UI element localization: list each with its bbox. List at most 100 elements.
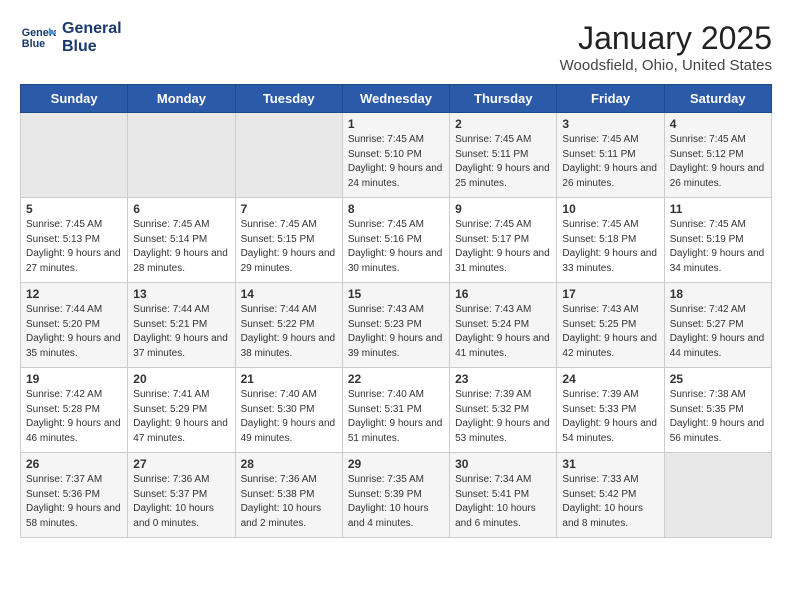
day-number: 26 (26, 457, 122, 471)
calendar-cell: 27 Sunrise: 7:36 AM Sunset: 5:37 PM Dayli… (128, 453, 235, 538)
calendar-cell: 29 Sunrise: 7:35 AM Sunset: 5:39 PM Dayli… (342, 453, 449, 538)
day-info: Sunrise: 7:41 AM Sunset: 5:29 PM Dayligh… (133, 388, 229, 446)
day-number: 10 (562, 202, 658, 216)
day-info: Sunrise: 7:45 AM Sunset: 5:19 PM Dayligh… (670, 218, 766, 276)
calendar-cell: 18 Sunrise: 7:42 AM Sunset: 5:27 PM Dayli… (664, 283, 771, 368)
day-info: Sunrise: 7:43 AM Sunset: 5:23 PM Dayligh… (348, 303, 444, 361)
day-info: Sunrise: 7:36 AM Sunset: 5:37 PM Dayligh… (133, 473, 229, 531)
weekday-header-row: SundayMondayTuesdayWednesdayThursdayFrid… (21, 85, 772, 113)
day-number: 17 (562, 287, 658, 301)
weekday-header-friday: Friday (557, 85, 664, 113)
calendar-cell: 22 Sunrise: 7:40 AM Sunset: 5:31 PM Dayli… (342, 368, 449, 453)
calendar-week-5: 26 Sunrise: 7:37 AM Sunset: 5:36 PM Dayli… (21, 453, 772, 538)
calendar-week-4: 19Sunrise: 7:42 AM Sunset: 5:28 PM Dayli… (21, 368, 772, 453)
day-number: 1 (348, 117, 444, 131)
calendar-cell: 15 Sunrise: 7:43 AM Sunset: 5:23 PM Dayli… (342, 283, 449, 368)
day-info: Sunrise: 7:45 AM Sunset: 5:13 PM Dayligh… (26, 218, 122, 276)
day-number: 3 (562, 117, 658, 131)
calendar-cell: 20 Sunrise: 7:41 AM Sunset: 5:29 PM Dayli… (128, 368, 235, 453)
day-info: Sunrise: 7:40 AM Sunset: 5:31 PM Dayligh… (348, 388, 444, 446)
calendar-subtitle: Woodsfield, Ohio, United States (560, 57, 772, 74)
calendar-cell: 5 Sunrise: 7:45 AM Sunset: 5:13 PM Daylig… (21, 198, 128, 283)
day-number: 27 (133, 457, 229, 471)
calendar-cell: 9 Sunrise: 7:45 AM Sunset: 5:17 PM Daylig… (450, 198, 557, 283)
day-info: Sunrise: 7:45 AM Sunset: 5:11 PM Dayligh… (455, 133, 551, 191)
calendar-cell: 31 Sunrise: 7:33 AM Sunset: 5:42 PM Dayli… (557, 453, 664, 538)
weekday-header-sunday: Sunday (21, 85, 128, 113)
day-info: Sunrise: 7:45 AM Sunset: 5:17 PM Dayligh… (455, 218, 551, 276)
weekday-header-saturday: Saturday (664, 85, 771, 113)
day-number: 2 (455, 117, 551, 131)
day-number: 28 (241, 457, 337, 471)
day-info: Sunrise: 7:36 AM Sunset: 5:38 PM Dayligh… (241, 473, 337, 531)
calendar-cell: 3 Sunrise: 7:45 AM Sunset: 5:11 PM Daylig… (557, 113, 664, 198)
calendar-cell: 8 Sunrise: 7:45 AM Sunset: 5:16 PM Daylig… (342, 198, 449, 283)
calendar-week-2: 5 Sunrise: 7:45 AM Sunset: 5:13 PM Daylig… (21, 198, 772, 283)
page-header: General Blue General Blue January 2025 W… (20, 20, 772, 74)
logo-icon: General Blue (20, 20, 56, 56)
calendar-week-1: 1 Sunrise: 7:45 AM Sunset: 5:10 PM Daylig… (21, 113, 772, 198)
day-number: 22 (348, 372, 444, 386)
day-number: 8 (348, 202, 444, 216)
calendar-cell: 4 Sunrise: 7:45 AM Sunset: 5:12 PM Daylig… (664, 113, 771, 198)
calendar-body: 1 Sunrise: 7:45 AM Sunset: 5:10 PM Daylig… (21, 113, 772, 538)
day-info: Sunrise: 7:43 AM Sunset: 5:24 PM Dayligh… (455, 303, 551, 361)
day-info: Sunrise: 7:45 AM Sunset: 5:14 PM Dayligh… (133, 218, 229, 276)
day-info: Sunrise: 7:34 AM Sunset: 5:41 PM Dayligh… (455, 473, 551, 531)
calendar-cell: 11 Sunrise: 7:45 AM Sunset: 5:19 PM Dayli… (664, 198, 771, 283)
day-info: Sunrise: 7:42 AM Sunset: 5:27 PM Dayligh… (670, 303, 766, 361)
calendar-cell: 2 Sunrise: 7:45 AM Sunset: 5:11 PM Daylig… (450, 113, 557, 198)
calendar-cell: 13 Sunrise: 7:44 AM Sunset: 5:21 PM Dayli… (128, 283, 235, 368)
svg-text:Blue: Blue (22, 38, 45, 50)
day-info: Sunrise: 7:44 AM Sunset: 5:22 PM Dayligh… (241, 303, 337, 361)
calendar-cell: 28 Sunrise: 7:36 AM Sunset: 5:38 PM Dayli… (235, 453, 342, 538)
calendar-cell: 7 Sunrise: 7:45 AM Sunset: 5:15 PM Daylig… (235, 198, 342, 283)
day-number: 20 (133, 372, 229, 386)
day-number: 11 (670, 202, 766, 216)
day-number: 5 (26, 202, 122, 216)
day-info: Sunrise: 7:45 AM Sunset: 5:10 PM Dayligh… (348, 133, 444, 191)
day-info: Sunrise: 7:35 AM Sunset: 5:39 PM Dayligh… (348, 473, 444, 531)
day-number: 25 (670, 372, 766, 386)
day-number: 15 (348, 287, 444, 301)
day-number: 29 (348, 457, 444, 471)
day-info: Sunrise: 7:37 AM Sunset: 5:36 PM Dayligh… (26, 473, 122, 531)
day-number: 23 (455, 372, 551, 386)
day-number: 14 (241, 287, 337, 301)
calendar-cell: 1 Sunrise: 7:45 AM Sunset: 5:10 PM Daylig… (342, 113, 449, 198)
day-info: Sunrise: 7:42 AM Sunset: 5:28 PM Dayligh… (26, 388, 122, 446)
day-info: Sunrise: 7:44 AM Sunset: 5:20 PM Dayligh… (26, 303, 122, 361)
calendar-cell: 6 Sunrise: 7:45 AM Sunset: 5:14 PM Daylig… (128, 198, 235, 283)
day-number: 24 (562, 372, 658, 386)
logo-text: General Blue (62, 20, 122, 57)
calendar-cell (664, 453, 771, 538)
day-info: Sunrise: 7:33 AM Sunset: 5:42 PM Dayligh… (562, 473, 658, 531)
day-info: Sunrise: 7:45 AM Sunset: 5:11 PM Dayligh… (562, 133, 658, 191)
day-info: Sunrise: 7:45 AM Sunset: 5:18 PM Dayligh… (562, 218, 658, 276)
day-info: Sunrise: 7:45 AM Sunset: 5:16 PM Dayligh… (348, 218, 444, 276)
calendar-cell: 25 Sunrise: 7:38 AM Sunset: 5:35 PM Dayli… (664, 368, 771, 453)
day-info: Sunrise: 7:45 AM Sunset: 5:15 PM Dayligh… (241, 218, 337, 276)
day-info: Sunrise: 7:45 AM Sunset: 5:12 PM Dayligh… (670, 133, 766, 191)
day-number: 21 (241, 372, 337, 386)
day-info: Sunrise: 7:44 AM Sunset: 5:21 PM Dayligh… (133, 303, 229, 361)
calendar-cell: 16Sunrise: 7:43 AM Sunset: 5:24 PM Dayli… (450, 283, 557, 368)
day-number: 31 (562, 457, 658, 471)
calendar-cell: 19Sunrise: 7:42 AM Sunset: 5:28 PM Dayli… (21, 368, 128, 453)
day-number: 9 (455, 202, 551, 216)
day-info: Sunrise: 7:40 AM Sunset: 5:30 PM Dayligh… (241, 388, 337, 446)
day-number: 7 (241, 202, 337, 216)
day-number: 4 (670, 117, 766, 131)
calendar-cell: 21 Sunrise: 7:40 AM Sunset: 5:30 PM Dayli… (235, 368, 342, 453)
calendar-cell: 30 Sunrise: 7:34 AM Sunset: 5:41 PM Dayli… (450, 453, 557, 538)
calendar-cell: 23 Sunrise: 7:39 AM Sunset: 5:32 PM Dayli… (450, 368, 557, 453)
calendar-title: January 2025 (560, 20, 772, 57)
day-number: 13 (133, 287, 229, 301)
calendar-cell (21, 113, 128, 198)
day-number: 30 (455, 457, 551, 471)
day-number: 6 (133, 202, 229, 216)
day-number: 18 (670, 287, 766, 301)
calendar-cell (128, 113, 235, 198)
day-info: Sunrise: 7:39 AM Sunset: 5:32 PM Dayligh… (455, 388, 551, 446)
day-info: Sunrise: 7:38 AM Sunset: 5:35 PM Dayligh… (670, 388, 766, 446)
